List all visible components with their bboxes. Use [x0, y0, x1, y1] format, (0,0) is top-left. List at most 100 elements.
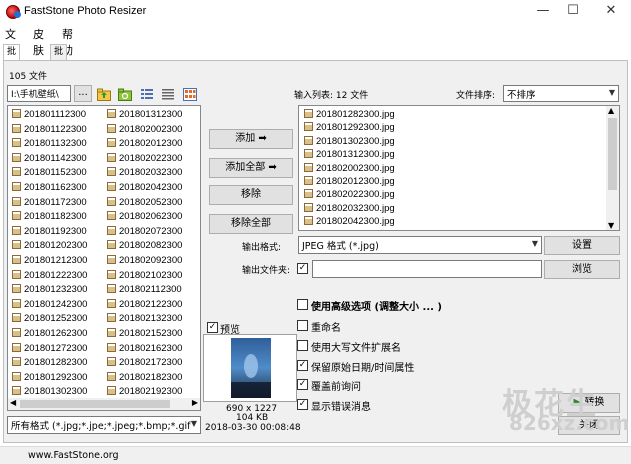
- list-item[interactable]: 201802022300.jpg: [304, 189, 395, 201]
- option-checkbox[interactable]: [297, 299, 308, 310]
- list-item[interactable]: 201802072300: [107, 225, 182, 238]
- list-item[interactable]: 201802012300.jpg: [304, 176, 395, 188]
- list-item[interactable]: 201801132300: [12, 138, 87, 150]
- list-item[interactable]: 201802002300.jpg: [304, 162, 395, 175]
- input-list-vertical-scrollbar[interactable]: ▲ ▼: [606, 106, 619, 230]
- option-checkbox[interactable]: ✓: [297, 379, 308, 390]
- list-item[interactable]: 201801162300: [12, 182, 87, 194]
- format-filter-select[interactable]: 所有格式 (*.jpg;*.jpe;*.jpeg;*.bmp;*.gif ▼: [7, 416, 201, 434]
- list-item[interactable]: 201802132300: [107, 313, 182, 325]
- list-item[interactable]: 201801312300.jpg: [304, 149, 395, 161]
- folder-up-icon[interactable]: [97, 88, 111, 101]
- option-checkbox[interactable]: ✓: [297, 399, 308, 410]
- list-item[interactable]: 201801202300: [12, 240, 87, 252]
- list-item[interactable]: 201802062300: [107, 211, 182, 223]
- list-item[interactable]: 201801232300: [12, 284, 87, 296]
- scroll-up-icon[interactable]: ▲: [608, 106, 614, 115]
- option-checkbox[interactable]: [297, 320, 308, 331]
- list-item[interactable]: 201802182300: [107, 371, 182, 384]
- source-folder-input[interactable]: I:\手机壁纸\: [7, 85, 71, 102]
- browse-output-button[interactable]: 浏览: [544, 260, 620, 279]
- list-item[interactable]: 201802092300: [107, 255, 182, 267]
- file-name: 201802192300: [119, 386, 183, 398]
- add-button[interactable]: 添加 ➡: [209, 129, 293, 149]
- image-file-icon: [107, 328, 116, 337]
- input-file-list[interactable]: 201801282300.jpg 201801292300.jpg 20180130…: [298, 105, 620, 231]
- source-list-horizontal-scrollbar[interactable]: ◀ ▶: [8, 398, 200, 410]
- list-item[interactable]: 201801292300: [12, 371, 87, 384]
- list-item[interactable]: 201801302300.jpg: [304, 135, 395, 148]
- menu-skin[interactable]: 皮肤: [33, 26, 44, 58]
- details-view-icon[interactable]: [161, 88, 175, 101]
- list-item[interactable]: 201801272300: [12, 342, 87, 355]
- output-folder-checkbox[interactable]: ✓: [297, 263, 308, 274]
- list-item[interactable]: 201802032300: [107, 167, 182, 179]
- list-item[interactable]: 201801282300: [12, 357, 87, 369]
- source-file-list[interactable]: 201801112300 201801122300 201801132300 2018…: [7, 105, 201, 411]
- list-item[interactable]: 201801192300: [12, 225, 87, 238]
- scroll-right-icon[interactable]: ▶: [192, 398, 198, 407]
- tab-batch-rename[interactable]: 批量重命名: [50, 44, 68, 117]
- folder-refresh-icon[interactable]: [118, 88, 132, 101]
- file-name: 201802062300: [119, 211, 183, 223]
- list-item[interactable]: 201801142300: [12, 152, 87, 165]
- list-item[interactable]: 201801242300: [12, 298, 88, 311]
- list-item[interactable]: 201801212300: [12, 255, 87, 267]
- list-item[interactable]: 201801112300: [12, 109, 86, 121]
- option-checkbox[interactable]: ✓: [297, 360, 308, 371]
- list-item[interactable]: 201802102300: [107, 269, 182, 282]
- file-name: 201801242300: [24, 298, 88, 310]
- close-window-button[interactable]: ✕: [594, 0, 628, 24]
- sort-select[interactable]: 不排序 ▼: [503, 85, 619, 102]
- thumbnail-view-icon[interactable]: [183, 88, 197, 101]
- list-item[interactable]: 201802042300.jpg: [304, 216, 395, 228]
- list-item[interactable]: 201802082300: [107, 240, 182, 252]
- image-file-icon: [107, 196, 116, 206]
- chevron-down-icon: ▼: [190, 419, 197, 428]
- settings-button[interactable]: 设置: [544, 236, 620, 255]
- list-item[interactable]: 201801222300: [12, 269, 87, 282]
- scroll-left-icon[interactable]: ◀: [10, 398, 16, 407]
- list-item[interactable]: 201801292300.jpg: [304, 122, 395, 134]
- list-item[interactable]: 201801182300: [12, 211, 87, 223]
- output-format-select[interactable]: JPEG 格式 (*.jpg) ▼: [298, 236, 542, 254]
- image-file-icon: [304, 122, 313, 132]
- list-item[interactable]: 201802152300: [107, 328, 182, 340]
- list-item[interactable]: 201802052300: [107, 196, 182, 209]
- list-item[interactable]: 201802162300: [107, 342, 182, 355]
- image-file-icon: [304, 202, 313, 212]
- list-item[interactable]: 201802002300: [107, 123, 182, 136]
- output-folder-input[interactable]: [312, 260, 542, 278]
- list-view-icon[interactable]: [140, 88, 154, 101]
- browse-source-button[interactable]: ...: [74, 85, 92, 102]
- list-item[interactable]: 201801302300: [12, 386, 87, 398]
- list-item[interactable]: 201801282300.jpg: [304, 109, 395, 121]
- list-item[interactable]: 201802192300: [107, 386, 182, 398]
- remove-button[interactable]: 移除: [209, 185, 293, 205]
- list-item[interactable]: 201802032300.jpg: [304, 202, 395, 215]
- scroll-down-icon[interactable]: ▼: [608, 221, 614, 230]
- list-item[interactable]: 201802012300: [107, 138, 182, 150]
- tab-batch-convert[interactable]: 批量转换: [3, 44, 21, 102]
- list-item[interactable]: 201802122300: [107, 298, 182, 311]
- list-item[interactable]: 201801312300: [107, 109, 182, 121]
- list-item[interactable]: 201801122300: [12, 123, 87, 136]
- list-item[interactable]: 201802112300: [107, 284, 182, 296]
- file-name: 201801192300: [24, 225, 87, 237]
- add-all-button[interactable]: 添加全部 ➡: [209, 158, 293, 178]
- list-item[interactable]: 201801172300: [12, 196, 87, 209]
- list-item[interactable]: 201801152300: [12, 167, 87, 179]
- list-item[interactable]: 201802172300: [107, 357, 182, 369]
- list-item[interactable]: 201801252300: [12, 313, 87, 325]
- list-item[interactable]: 201802022300: [107, 152, 182, 165]
- title-bar: FastStone Photo Resizer — ☐ ✕: [0, 0, 631, 24]
- website-link[interactable]: www.FastStone.org: [28, 450, 119, 461]
- option-checkbox[interactable]: [297, 340, 308, 351]
- image-file-icon: [12, 109, 21, 118]
- preview-checkbox[interactable]: ✓: [207, 322, 218, 333]
- minimize-button[interactable]: —: [526, 0, 560, 24]
- remove-all-button[interactable]: 移除全部: [209, 214, 293, 234]
- list-item[interactable]: 201801262300: [12, 328, 87, 340]
- maximize-button[interactable]: ☐: [556, 0, 590, 24]
- list-item[interactable]: 201802042300: [107, 182, 182, 194]
